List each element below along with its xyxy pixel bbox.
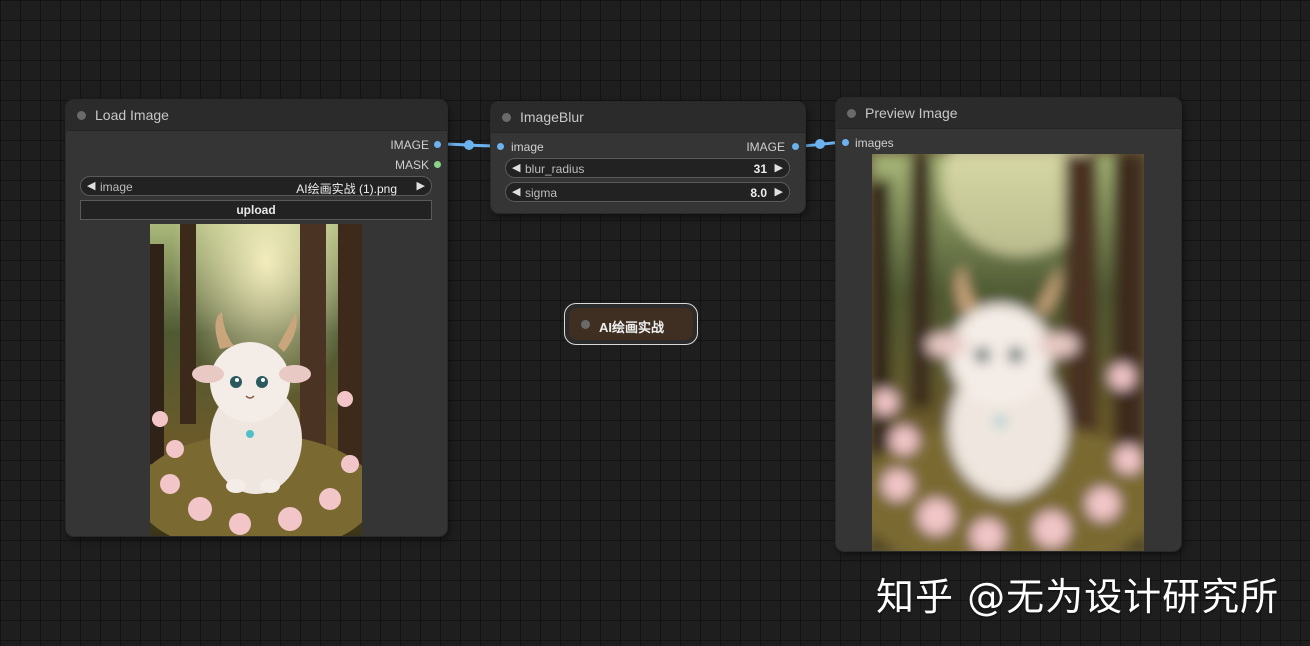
widget-value: AI绘画实战 (1).png — [296, 182, 397, 196]
node-title: Preview Image — [865, 105, 958, 121]
node-title-bar[interactable]: ImageBlur — [491, 102, 805, 133]
sigma-widget[interactable]: ◀ sigma 8.0 ▶ — [505, 182, 790, 202]
group-body[interactable]: AI绘画实战 — [569, 308, 693, 340]
left-arrow-icon[interactable]: ◀ — [87, 179, 95, 192]
node-title: ImageBlur — [520, 109, 584, 125]
image-blur-node[interactable]: ImageBlur image IMAGE ◀ blur_radius 31 ▶… — [491, 102, 805, 213]
preview-image-node[interactable]: Preview Image images — [836, 98, 1181, 551]
loaded-image-thumbnail — [150, 224, 362, 536]
group-node[interactable]: AI绘画实战 — [564, 303, 698, 345]
group-label: AI绘画实战 — [599, 320, 665, 335]
wire-midpoint-dot[interactable] — [464, 140, 474, 150]
output-image-label: IMAGE — [390, 138, 429, 152]
upload-button[interactable]: upload — [80, 200, 432, 220]
input-image-slot-icon[interactable] — [497, 143, 504, 150]
image-combo-widget[interactable]: ◀ image AI绘画实战 (1).png ▶ — [80, 176, 432, 196]
input-images-slot-icon[interactable] — [842, 139, 849, 146]
output-mask-label: MASK — [394, 158, 429, 172]
collapse-dot-icon[interactable] — [502, 113, 511, 122]
widget-value: 31 — [753, 162, 767, 176]
decrement-arrow-icon[interactable]: ◀ — [512, 161, 520, 174]
output-image-slot-icon[interactable] — [434, 141, 441, 148]
collapse-dot-icon[interactable] — [77, 111, 86, 120]
collapse-dot-icon[interactable] — [847, 109, 856, 118]
decrement-arrow-icon[interactable]: ◀ — [512, 185, 520, 198]
node-title-bar[interactable]: Preview Image — [836, 98, 1181, 129]
right-arrow-icon[interactable]: ▶ — [417, 179, 425, 192]
output-image-label: IMAGE — [746, 140, 785, 154]
output-mask-slot-icon[interactable] — [434, 161, 441, 168]
blur-radius-widget[interactable]: ◀ blur_radius 31 ▶ — [505, 158, 790, 178]
preview-image-output — [872, 154, 1144, 551]
node-title: Load Image — [95, 107, 169, 123]
widget-label: image — [100, 180, 133, 194]
input-image-label: image — [511, 140, 544, 154]
widget-label: sigma — [525, 186, 558, 200]
widget-value: 8.0 — [750, 186, 767, 200]
input-images-label: images — [855, 136, 894, 150]
increment-arrow-icon[interactable]: ▶ — [775, 185, 783, 198]
increment-arrow-icon[interactable]: ▶ — [775, 161, 783, 174]
collapse-dot-icon[interactable] — [581, 320, 590, 329]
wire-midpoint-dot[interactable] — [815, 139, 825, 149]
widget-label: blur_radius — [525, 162, 585, 176]
output-image-slot-icon[interactable] — [792, 143, 799, 150]
watermark-text: 知乎 @无为设计研究所 — [876, 575, 1280, 619]
node-title-bar[interactable]: Load Image — [66, 100, 447, 131]
load-image-node[interactable]: Load Image IMAGE MASK ◀ image AI绘画实战 (1)… — [66, 100, 447, 536]
